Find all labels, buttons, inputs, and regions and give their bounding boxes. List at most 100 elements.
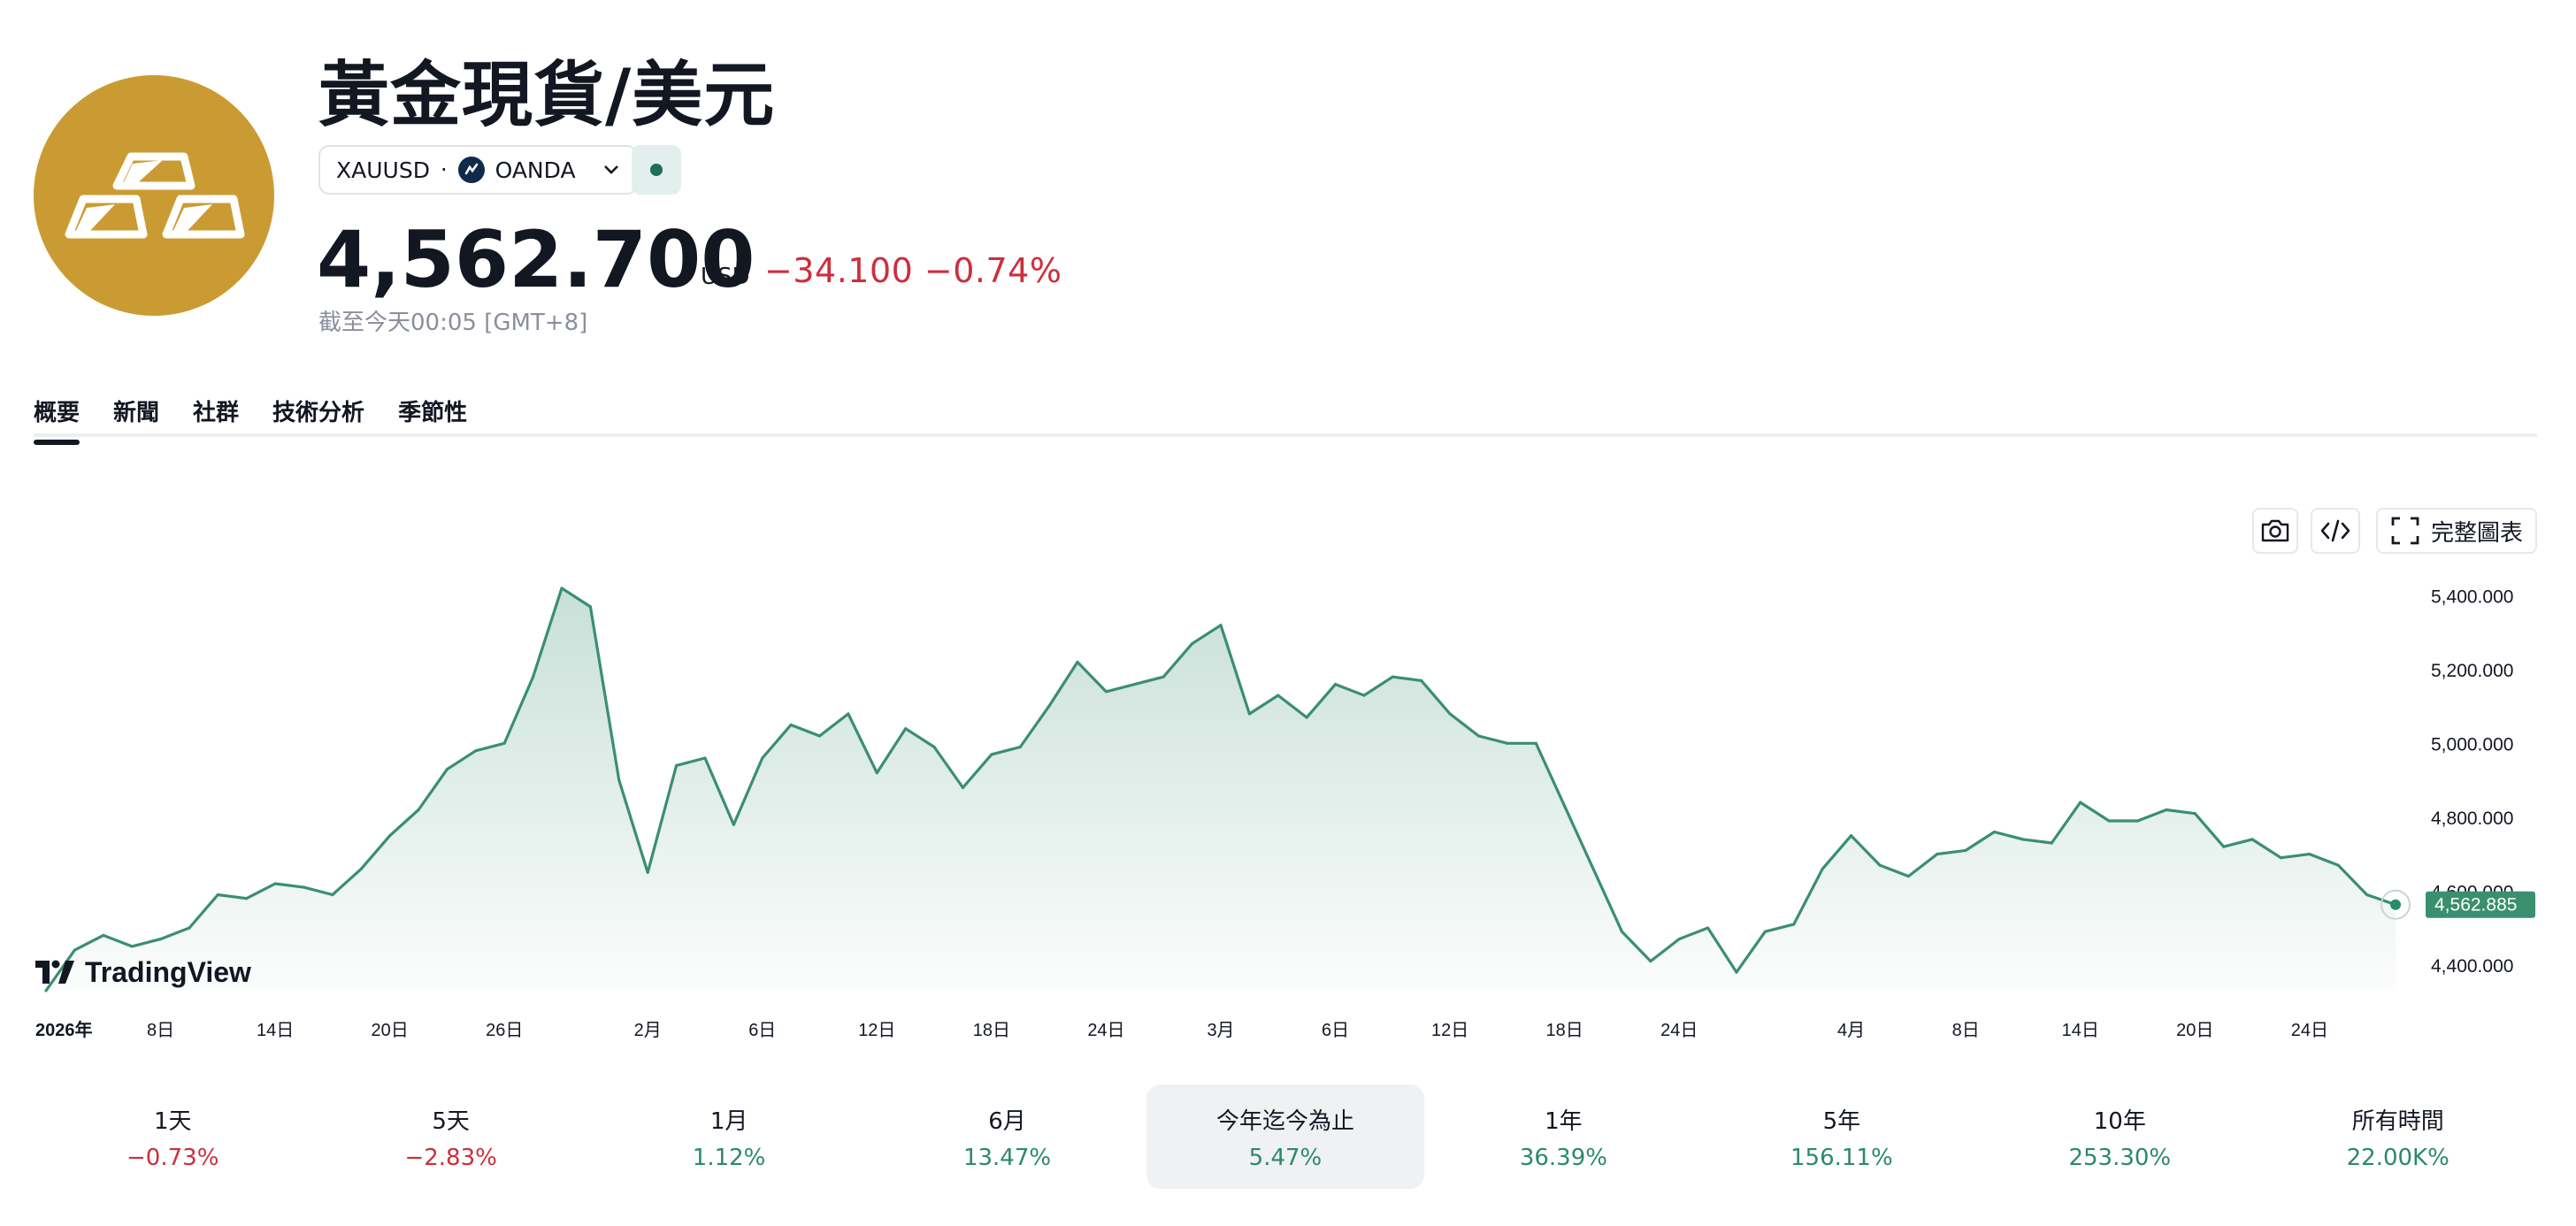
price-point bbox=[1219, 624, 1223, 627]
price-point bbox=[932, 746, 936, 749]
y-tick-label: 5,400.000 bbox=[2431, 586, 2513, 607]
price-point bbox=[2050, 841, 2053, 845]
snapshot-button[interactable] bbox=[2252, 508, 2298, 554]
x-tick-label: 14日 bbox=[2062, 1021, 2099, 1040]
x-tick-label: 20日 bbox=[372, 1021, 409, 1040]
price-point bbox=[588, 605, 592, 609]
price-point bbox=[675, 763, 678, 767]
period-value: 13.47% bbox=[962, 1144, 1052, 1171]
period-label: 5年 bbox=[1822, 1107, 1861, 1135]
price-point bbox=[474, 749, 478, 753]
last-price-dot bbox=[2390, 899, 2401, 910]
price-point bbox=[1018, 746, 1022, 749]
tab-community[interactable]: 社群 bbox=[193, 395, 239, 443]
market-open-dot-icon bbox=[650, 164, 663, 176]
period-label: 今年迄今為止 bbox=[1215, 1107, 1354, 1135]
x-tick-label: 2月 bbox=[634, 1021, 662, 1040]
period-5d[interactable]: 5天 −2.83% bbox=[311, 1084, 589, 1189]
price-point bbox=[532, 675, 535, 678]
period-1m[interactable]: 1月 1.12% bbox=[590, 1084, 868, 1189]
y-tick-label: 4,400.000 bbox=[2431, 956, 2513, 977]
x-tick-label: 12日 bbox=[1431, 1021, 1468, 1040]
price-point bbox=[2107, 819, 2111, 823]
chevron-down-icon bbox=[602, 159, 620, 181]
market-status-indicator[interactable] bbox=[632, 145, 681, 195]
price-point bbox=[2336, 863, 2340, 867]
price-point bbox=[990, 753, 993, 756]
tab-news[interactable]: 新聞 bbox=[113, 395, 159, 443]
price-point bbox=[1649, 960, 1652, 963]
price-point bbox=[1563, 804, 1567, 808]
period-label: 5天 bbox=[432, 1107, 470, 1135]
price-point bbox=[1821, 867, 1824, 870]
price-point bbox=[159, 938, 163, 941]
x-tick-label: 4月 bbox=[1837, 1021, 1865, 1040]
x-tick-label: 24日 bbox=[2291, 1021, 2328, 1040]
price-point bbox=[2079, 801, 2082, 804]
as-of-timestamp: 截至今天00:05 [GMT+8] bbox=[318, 310, 588, 336]
tab-seasonals[interactable]: 季節性 bbox=[398, 395, 467, 443]
period-6m[interactable]: 6月 13.47% bbox=[868, 1084, 1146, 1189]
section-tabs: 概要 新聞 社群 技術分析 季節性 bbox=[34, 395, 501, 445]
x-tick-label: 26日 bbox=[486, 1021, 523, 1040]
code-icon bbox=[2320, 519, 2350, 542]
x-tick-label: 14日 bbox=[257, 1021, 294, 1040]
x-tick-label: 18日 bbox=[1546, 1021, 1583, 1040]
price-point bbox=[1362, 693, 1366, 697]
price-point bbox=[1591, 867, 1595, 870]
price-change-pct: −0.74% bbox=[924, 251, 1062, 290]
last-price: 4,562.700 bbox=[317, 214, 755, 305]
price-point bbox=[2279, 856, 2282, 860]
price-point bbox=[1104, 690, 1108, 693]
period-value: 156.11% bbox=[1790, 1144, 1893, 1171]
expand-icon bbox=[2391, 517, 2419, 545]
period-label: 1天 bbox=[153, 1107, 192, 1135]
price-point bbox=[1133, 683, 1137, 686]
period-1y[interactable]: 1年 36.39% bbox=[1424, 1084, 1702, 1189]
price-point bbox=[1677, 938, 1681, 941]
tab-technicals[interactable]: 技術分析 bbox=[272, 395, 364, 443]
price-point bbox=[789, 724, 793, 727]
price-point bbox=[1906, 875, 1910, 878]
x-tick-label: 24日 bbox=[1087, 1021, 1124, 1040]
x-tick-label: 6日 bbox=[1322, 1021, 1349, 1040]
x-tick-label: 20日 bbox=[2176, 1021, 2213, 1040]
price-point bbox=[1477, 734, 1481, 738]
price-change: −34.100 −0.74% bbox=[764, 251, 1062, 290]
price-point bbox=[2222, 845, 2226, 848]
y-tick-label: 5,000.000 bbox=[2431, 734, 2513, 755]
price-point bbox=[1448, 712, 1452, 716]
price-point bbox=[1792, 923, 1796, 926]
oanda-icon bbox=[457, 157, 485, 183]
embed-button[interactable] bbox=[2311, 508, 2360, 554]
price-point bbox=[130, 945, 134, 948]
price-area-fill bbox=[46, 588, 2396, 991]
symbol-selector[interactable]: XAUUSD · OANDA bbox=[318, 145, 638, 195]
full-chart-button[interactable]: 完整圖表 bbox=[2376, 508, 2537, 554]
price-point bbox=[1076, 661, 1079, 664]
period-1d[interactable]: 1天 −0.73% bbox=[34, 1084, 311, 1189]
price-point bbox=[761, 756, 764, 760]
price-point bbox=[388, 834, 392, 838]
price-change-abs: −34.100 bbox=[764, 251, 914, 290]
period-value: 5.47% bbox=[1248, 1144, 1322, 1171]
price-chart[interactable]: 4,400.0004,600.0004,800.0005,000.0005,20… bbox=[0, 566, 2576, 1044]
price-point bbox=[1763, 930, 1767, 933]
period-ytd[interactable]: 今年迄今為止 5.47% bbox=[1146, 1084, 1425, 1189]
instrument-title: 黃金現貨/美元 bbox=[318, 54, 776, 136]
period-10y[interactable]: 10年 253.30% bbox=[1981, 1084, 2258, 1189]
x-tick-label: 6日 bbox=[748, 1021, 776, 1040]
price-point bbox=[73, 948, 76, 952]
price-point bbox=[732, 823, 735, 826]
x-axis: 2026年 8日 14日 20日 26日 2月 6日 12日 18日 24日 3月 6日 12日 18日 2… bbox=[35, 1019, 2328, 1040]
price-point bbox=[359, 867, 363, 870]
price-point bbox=[1191, 642, 1194, 646]
price-point bbox=[273, 882, 277, 885]
price-point bbox=[1334, 683, 1338, 686]
exchange-name: OANDA bbox=[494, 157, 576, 183]
price-point bbox=[2021, 838, 2025, 841]
period-all[interactable]: 所有時間 22.00K% bbox=[2259, 1084, 2537, 1189]
period-5y[interactable]: 5年 156.11% bbox=[1703, 1084, 1981, 1189]
tab-overview[interactable]: 概要 bbox=[34, 395, 80, 445]
x-tick-label: 24日 bbox=[1660, 1021, 1698, 1040]
